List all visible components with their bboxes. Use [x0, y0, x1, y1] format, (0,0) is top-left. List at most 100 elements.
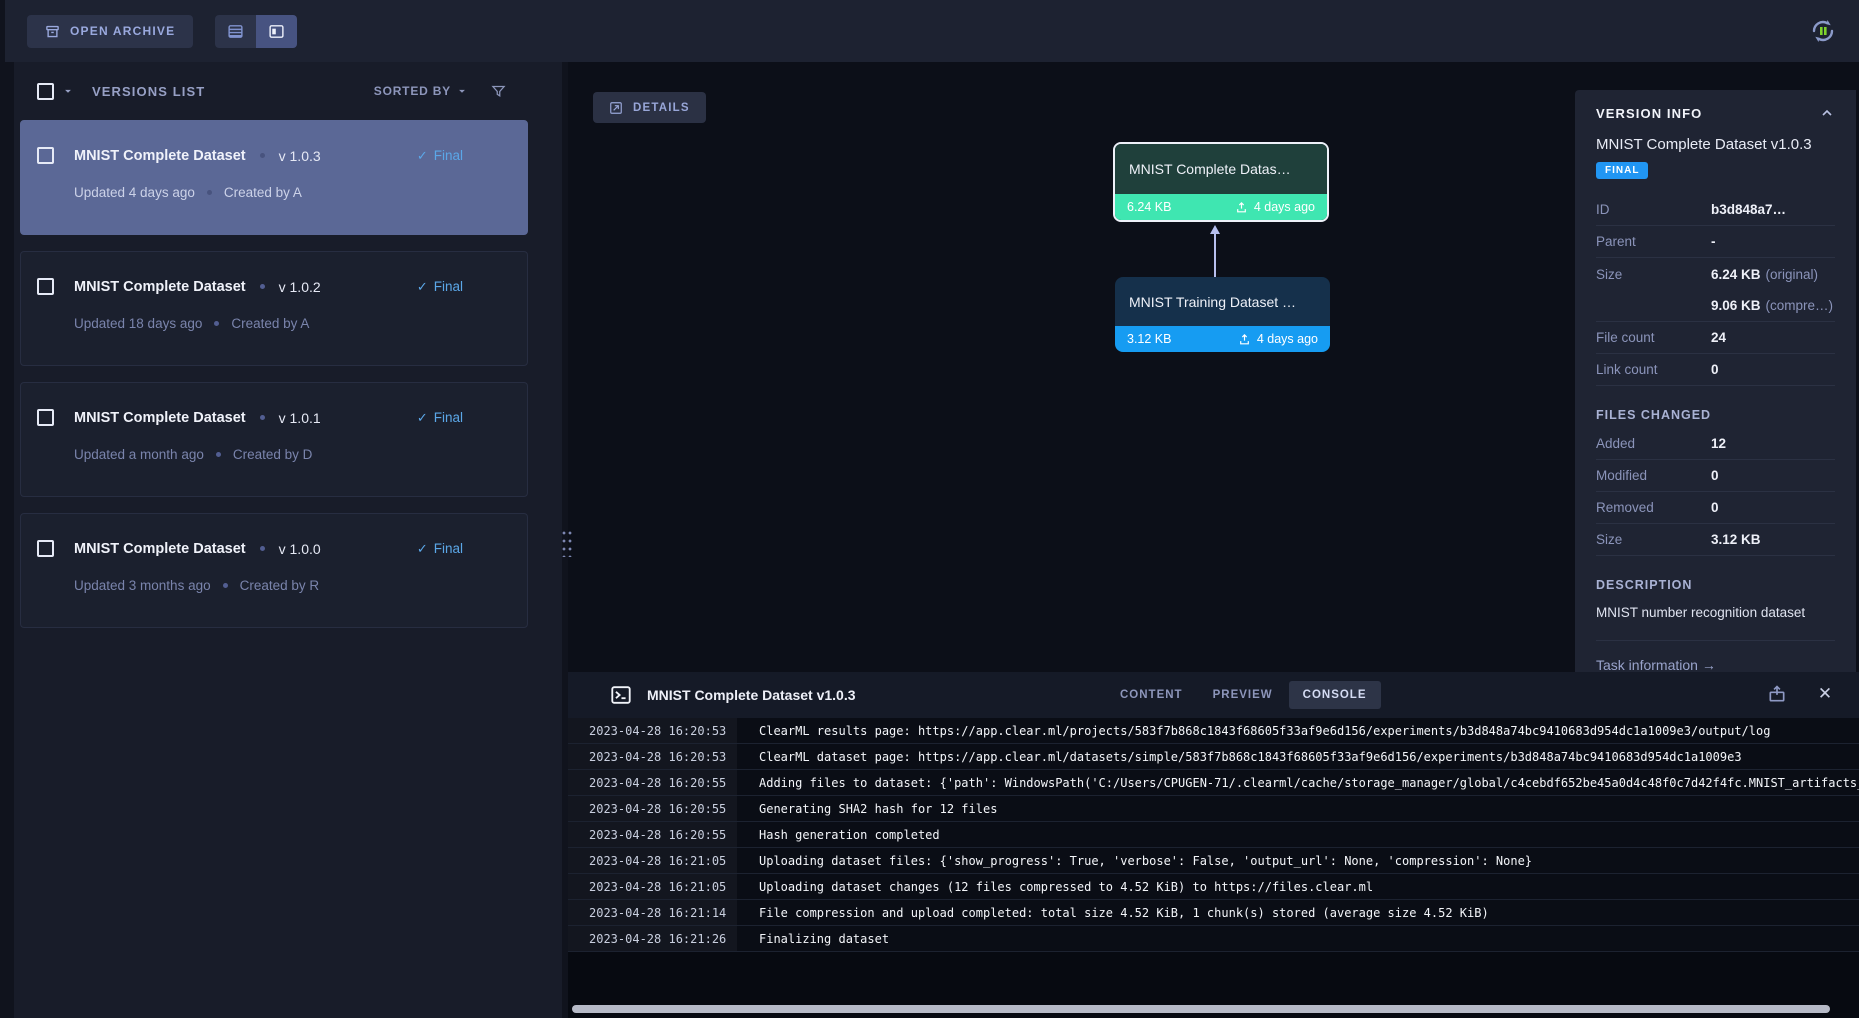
version-checkbox[interactable] — [37, 540, 54, 557]
sorted-by-dropdown[interactable]: SORTED BY — [374, 84, 469, 98]
log-timestamp: 2023-04-28 16:21:26 — [568, 926, 737, 951]
console-tabs: CONTENTPREVIEWCONSOLE — [1106, 681, 1381, 709]
arrow-head — [1210, 225, 1220, 234]
log-timestamp: 2023-04-28 16:20:55 — [568, 770, 737, 795]
check-icon: ✓ — [417, 410, 428, 426]
version-info-rows: IDb3d848a7…Parent-Size6.24 KB(original)9… — [1596, 194, 1835, 386]
log-message: ClearML results page: https://app.clear.… — [737, 724, 1770, 738]
description-header: DESCRIPTION — [1596, 578, 1835, 592]
dataset-name: MNIST Complete Dataset — [74, 541, 246, 557]
version-list-item[interactable]: MNIST Complete Datasetv 1.0.1✓FinalUpdat… — [20, 382, 528, 497]
status-final-label: Final — [434, 410, 463, 425]
dataset-name: MNIST Complete Dataset — [74, 148, 246, 164]
version-item-header: MNIST Complete Dataset v 1.0.2 ✓Final — [37, 278, 463, 295]
version-list-item[interactable]: MNIST Complete Datasetv 1.0.2✓FinalUpdat… — [20, 251, 528, 366]
auto-refresh-toggle[interactable] — [1807, 15, 1839, 47]
status-final-badge: ✓Final — [417, 541, 463, 557]
tab-console[interactable]: CONSOLE — [1289, 681, 1381, 709]
open-archive-button[interactable]: OPEN ARCHIVE — [27, 15, 193, 48]
updated-label: Updated 3 months ago — [74, 578, 211, 593]
created-by-label: Created by A — [224, 185, 302, 200]
info-row: Modified0 — [1596, 460, 1835, 492]
info-value: 0 — [1711, 362, 1719, 377]
info-label: File count — [1596, 330, 1711, 345]
upload-icon — [1238, 333, 1251, 346]
version-list-item[interactable]: MNIST Complete Datasetv 1.0.3✓FinalUpdat… — [20, 120, 528, 235]
log-row: 2023-04-28 16:20:55Generating SHA2 hash … — [568, 796, 1859, 822]
info-row: Removed0 — [1596, 492, 1835, 524]
collapse-panel-icon[interactable] — [1819, 105, 1835, 121]
log-row: 2023-04-28 16:21:05Uploading dataset fil… — [568, 848, 1859, 874]
info-value: 6.24 KB(original) — [1711, 267, 1818, 282]
info-row: IDb3d848a7… — [1596, 194, 1835, 226]
dataset-version: v 1.0.0 — [279, 541, 321, 557]
status-final-label: Final — [434, 148, 463, 163]
check-icon: ✓ — [417, 148, 428, 164]
info-note: (compre…) — [1766, 298, 1834, 313]
log-message: Uploading dataset changes (12 files comp… — [737, 880, 1373, 894]
dataset-version: v 1.0.2 — [279, 279, 321, 295]
console-panel: MNIST Complete Dataset v1.0.3 CONTENTPRE… — [568, 672, 1859, 1018]
table-view-toggle[interactable] — [215, 15, 256, 48]
select-all-checkbox[interactable] — [37, 83, 54, 100]
version-item-meta: Updated a month agoCreated by D — [74, 447, 463, 462]
close-console-button[interactable]: ✕ — [1813, 680, 1837, 708]
archive-icon — [45, 24, 60, 39]
lineage-arrow — [1209, 225, 1221, 277]
info-label: Size — [1596, 532, 1711, 547]
refresh-icon — [1807, 15, 1839, 47]
horizontal-scrollbar[interactable] — [572, 1005, 1830, 1013]
log-timestamp: 2023-04-28 16:20:55 — [568, 796, 737, 821]
info-value: b3d848a7… — [1711, 202, 1786, 217]
dataset-node-training[interactable]: MNIST Training Dataset … 3.12 KB 4 days … — [1115, 277, 1330, 352]
created-by-label: Created by A — [231, 316, 309, 331]
panel-resize-handle[interactable] — [560, 527, 572, 557]
version-checkbox[interactable] — [37, 278, 54, 295]
info-label: Added — [1596, 436, 1711, 451]
version-list-item[interactable]: MNIST Complete Dataset v 1.0.0 ✓Final Updat… — [20, 513, 528, 628]
status-final-label: Final — [434, 541, 463, 556]
files-changed-header: FILES CHANGED — [1596, 408, 1835, 422]
open-archive-label: OPEN ARCHIVE — [70, 24, 175, 38]
info-label: ID — [1596, 202, 1711, 217]
info-label: Modified — [1596, 468, 1711, 483]
version-item-meta: Updated 3 months agoCreated by R — [74, 578, 463, 593]
version-item-header: MNIST Complete Datasetv 1.0.3✓Final — [37, 147, 463, 164]
info-row: 9.06 KB(compre…) — [1596, 290, 1835, 322]
info-value: 9.06 KB(compre…) — [1711, 298, 1833, 313]
dataset-version: v 1.0.1 — [279, 410, 321, 426]
version-item-header: MNIST Complete Datasetv 1.0.1✓Final — [37, 409, 463, 426]
select-all-caret-icon[interactable] — [61, 84, 75, 98]
console-actions: ✕ — [1765, 680, 1837, 708]
node-footer: 3.12 KB 4 days ago — [1115, 326, 1330, 352]
detach-panel-button[interactable] — [1765, 680, 1789, 708]
tab-content[interactable]: CONTENT — [1106, 681, 1197, 709]
version-info-panel: VERSION INFO MNIST Complete Dataset v1.0… — [1575, 90, 1856, 672]
dot-separator — [216, 452, 221, 457]
status-final-badge: ✓Final — [417, 279, 463, 295]
split-view-toggle[interactable] — [256, 15, 297, 48]
status-final-label: Final — [434, 279, 463, 294]
log-row: 2023-04-28 16:20:53ClearML dataset page:… — [568, 744, 1859, 770]
status-final-badge: ✓ Final — [417, 410, 463, 426]
console-header: MNIST Complete Dataset v1.0.3 CONTENTPRE… — [568, 672, 1859, 718]
tab-preview[interactable]: PREVIEW — [1199, 681, 1287, 709]
info-row: Added12 — [1596, 428, 1835, 460]
dot-separator — [260, 415, 265, 420]
dataset-name: MNIST Complete Dataset — [74, 279, 246, 295]
versions-list-header: VERSIONS LIST SORTED BY — [14, 62, 562, 120]
version-checkbox[interactable] — [37, 147, 54, 164]
dot-separator — [260, 546, 265, 551]
dot-separator — [223, 583, 228, 588]
info-note: (original) — [1766, 267, 1819, 282]
log-row: 2023-04-28 16:20:55Hash generation compl… — [568, 822, 1859, 848]
log-row: 2023-04-28 16:20:53ClearML results page:… — [568, 718, 1859, 744]
dataset-node-complete[interactable]: MNIST Complete Datas… 6.24 KB 4 days ago — [1113, 142, 1329, 222]
filter-icon[interactable] — [491, 84, 506, 99]
task-information-link[interactable]: Task information → — [1596, 640, 1835, 672]
version-checkbox[interactable] — [37, 409, 54, 426]
node-size: 6.24 KB — [1127, 200, 1171, 214]
details-button[interactable]: DETAILS — [593, 92, 706, 123]
dot-separator — [214, 321, 219, 326]
versions-list-title: VERSIONS LIST — [92, 84, 205, 99]
